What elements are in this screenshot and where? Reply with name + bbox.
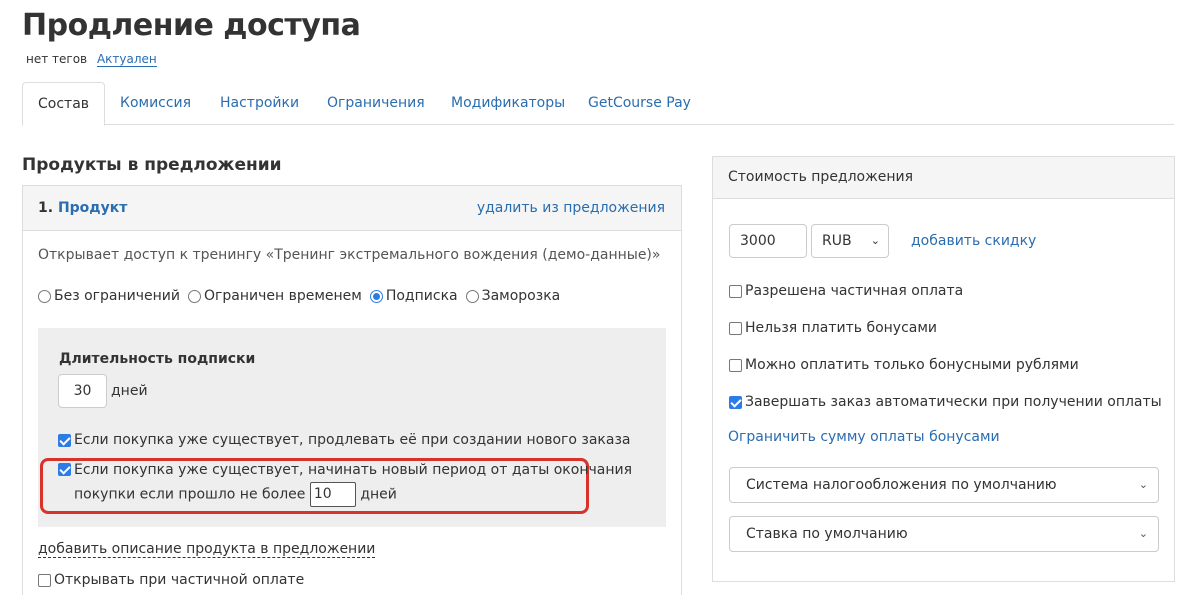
- no-bonus-payment-checkbox-row[interactable]: Нельзя платить бонусами: [729, 320, 937, 336]
- remove-from-offer-link[interactable]: удалить из предложения: [477, 200, 665, 216]
- checkbox-checked-icon[interactable]: [729, 395, 742, 409]
- radio-label: Подписка: [385, 288, 458, 304]
- tax-rate-value: Ставка по умолчанию: [746, 526, 908, 542]
- price-panel-title: Стоимость предложения: [713, 157, 1174, 199]
- new-period-checkbox-row[interactable]: Если покупка уже существует, начинать но…: [58, 462, 632, 507]
- tax-rate-select[interactable]: Ставка по умолчанию ⌄: [729, 516, 1159, 552]
- bonus-only-payment-checkbox-row[interactable]: Можно оплатить только бонусными рублями: [729, 357, 1079, 373]
- subscription-duration-input[interactable]: 30: [58, 374, 107, 408]
- tab-composition[interactable]: Состав: [22, 82, 106, 126]
- tab-commission[interactable]: Комиссия: [105, 82, 206, 125]
- radio-freeze[interactable]: Заморозка: [465, 288, 561, 304]
- product-panel: 1. Продукт удалить из предложения Открыв…: [22, 185, 682, 595]
- currency-value: RUB: [822, 233, 852, 249]
- partial-payment-checkbox-row[interactable]: Разрешена частичная оплата: [729, 283, 963, 299]
- products-heading: Продукты в предложении: [22, 155, 282, 175]
- tags-label: нет тегов: [26, 52, 88, 66]
- radio-time-limited[interactable]: Ограничен временем: [188, 288, 362, 304]
- price-input[interactable]: 3000: [729, 224, 807, 258]
- option-label: Завершать заказ автоматически при получе…: [745, 394, 1162, 410]
- duration-unit: дней: [111, 383, 148, 399]
- product-number: 1.: [38, 200, 54, 216]
- product-header: 1. Продукт удалить из предложения: [23, 186, 681, 231]
- partial-open-checkbox-row[interactable]: Открывать при частичной оплате: [38, 572, 304, 588]
- tax-system-value: Система налогообложения по умолчанию: [746, 477, 1057, 493]
- partial-open-label: Открывать при частичной оплате: [54, 572, 305, 588]
- price-panel: Стоимость предложения 3000 RUB ⌄ добавит…: [712, 156, 1175, 582]
- currency-select[interactable]: RUB ⌄: [811, 224, 889, 258]
- radio-label: Заморозка: [481, 288, 561, 304]
- subscription-duration-title: Длительность подписки: [59, 351, 256, 367]
- tabs-bar: Состав Комиссия Настройки Ограничения Мо…: [22, 82, 1174, 126]
- new-period-label-line2: покупки если прошло не более: [74, 486, 306, 503]
- new-period-days-input[interactable]: 10: [309, 482, 356, 507]
- checkbox-icon[interactable]: [729, 321, 742, 335]
- chevron-down-icon: ⌄: [1138, 527, 1148, 540]
- checkbox-checked-icon[interactable]: [58, 433, 71, 447]
- tab-restrictions[interactable]: Ограничения: [312, 82, 440, 125]
- radio-icon[interactable]: [188, 289, 201, 303]
- status-link[interactable]: Актуален: [96, 52, 157, 67]
- radio-icon[interactable]: [38, 289, 51, 303]
- limit-bonus-payment-link[interactable]: Ограничить сумму оплаты бонусами: [728, 429, 1000, 445]
- checkbox-checked-icon[interactable]: [58, 463, 71, 476]
- access-type-radio-group: Без ограничений Ограничен временем Подпи…: [38, 288, 560, 304]
- new-period-days-unit: дней: [360, 486, 397, 503]
- radio-icon[interactable]: [465, 289, 479, 303]
- add-discount-link[interactable]: добавить скидку: [911, 233, 1036, 249]
- new-period-label-line2-row: покупки если прошло не более 10 дней: [74, 482, 632, 507]
- product-description: Открывает доступ к тренингу «Тренинг экс…: [38, 247, 661, 263]
- option-label: Нельзя платить бонусами: [745, 320, 938, 336]
- extend-purchase-label: Если покупка уже существует, продлевать …: [74, 432, 631, 448]
- option-label: Разрешена частичная оплата: [745, 283, 964, 299]
- product-title: 1. Продукт: [38, 200, 127, 216]
- radio-label: Ограничен временем: [204, 288, 362, 304]
- tab-settings[interactable]: Настройки: [205, 82, 314, 125]
- auto-complete-order-checkbox-row[interactable]: Завершать заказ автоматически при получе…: [729, 394, 1162, 410]
- radio-label: Без ограничений: [54, 288, 180, 304]
- product-link[interactable]: Продукт: [58, 200, 127, 216]
- option-label: Можно оплатить только бонусными рублями: [745, 357, 1079, 373]
- page-title: Продление доступа: [22, 8, 361, 43]
- radio-unlimited[interactable]: Без ограничений: [38, 288, 180, 304]
- subscription-settings-box: Длительность подписки 30 дней Если покуп…: [38, 328, 666, 527]
- radio-checked-icon[interactable]: [369, 289, 383, 303]
- tags-row: нет тегов Актуален: [26, 52, 157, 67]
- tax-system-select[interactable]: Система налогообложения по умолчанию ⌄: [729, 467, 1159, 503]
- tab-modifiers[interactable]: Модификаторы: [436, 82, 580, 125]
- new-period-label-line1: Если покупка уже существует, начинать но…: [74, 462, 633, 478]
- checkbox-icon[interactable]: [729, 358, 742, 372]
- add-product-description-link[interactable]: добавить описание продукта в предложении: [38, 541, 376, 558]
- tab-getcourse-pay[interactable]: GetCourse Pay: [573, 82, 706, 125]
- radio-subscription[interactable]: Подписка: [369, 288, 458, 304]
- checkbox-icon[interactable]: [729, 284, 742, 298]
- checkbox-icon[interactable]: [38, 573, 51, 587]
- chevron-down-icon: ⌄: [1138, 478, 1148, 491]
- chevron-down-icon: ⌄: [870, 234, 880, 247]
- extend-purchase-checkbox-row[interactable]: Если покупка уже существует, продлевать …: [58, 432, 631, 448]
